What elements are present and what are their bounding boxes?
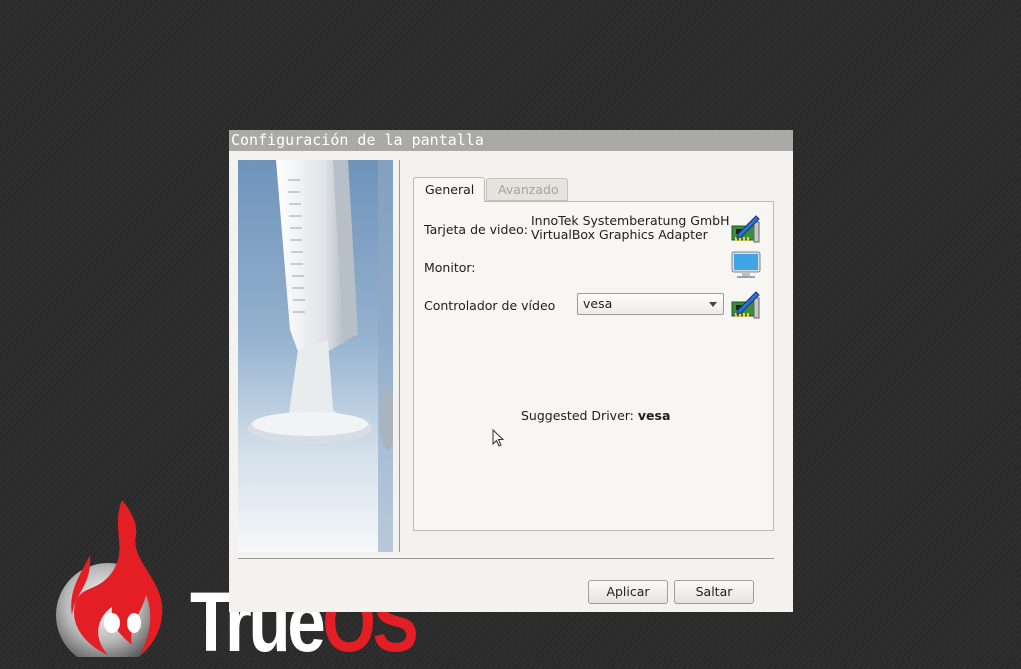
horizontal-divider	[238, 558, 774, 559]
apply-button[interactable]: Aplicar	[588, 580, 668, 604]
video-card-label: Tarjeta de video:	[424, 222, 529, 237]
tab-advanced[interactable]: Avanzado	[486, 178, 568, 201]
window-title[interactable]: Configuración de la pantalla	[229, 130, 793, 151]
video-driver-select[interactable]: vesa	[577, 293, 724, 315]
suggested-driver-label: Suggested Driver:	[521, 408, 634, 423]
video-driver-value: vesa	[583, 296, 613, 311]
display-config-window: Configuración de la pantalla General Ava…	[229, 130, 793, 612]
video-card-vendor: InnoTek Systemberatung GmbH	[531, 213, 730, 228]
vertical-divider	[399, 160, 400, 552]
suggested-driver: Suggested Driver: vesa	[521, 408, 670, 423]
tab-general[interactable]: General	[413, 177, 485, 202]
side-monitor-image	[238, 160, 393, 552]
edit-card-icon[interactable]	[730, 212, 762, 244]
edit-driver-icon[interactable]	[730, 288, 762, 320]
monitor-icon[interactable]	[730, 250, 762, 280]
chevron-down-icon	[709, 302, 717, 307]
mouse-pointer-icon	[492, 429, 505, 447]
general-tab-panel	[413, 201, 774, 531]
skip-button[interactable]: Saltar	[674, 580, 754, 604]
suggested-driver-value: vesa	[637, 408, 671, 423]
video-card-value: InnoTek Systemberatung GmbH VirtualBox G…	[531, 214, 729, 242]
video-card-model: VirtualBox Graphics Adapter	[531, 227, 708, 242]
monitor-label: Monitor:	[424, 260, 476, 275]
video-driver-label: Controlador de vídeo	[424, 298, 556, 313]
